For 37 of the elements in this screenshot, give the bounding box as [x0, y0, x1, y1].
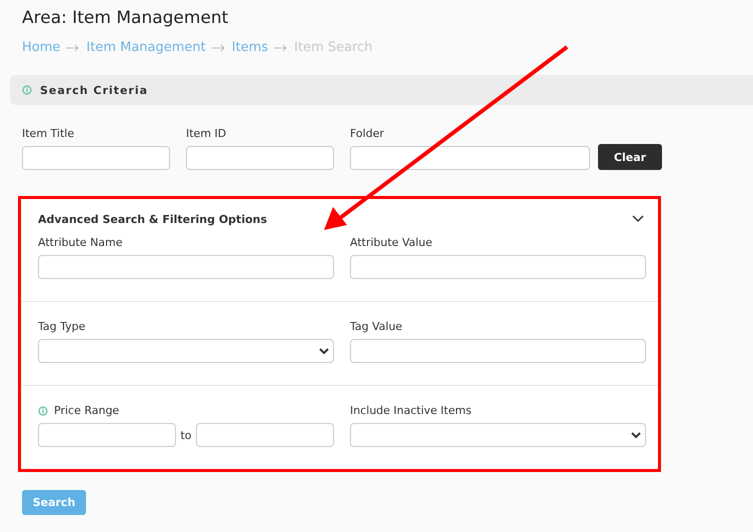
- text-input[interactable]: [350, 146, 590, 170]
- text-input[interactable]: [38, 255, 334, 279]
- text-input[interactable]: [22, 146, 170, 170]
- caret-icon: [631, 432, 641, 438]
- arrow-icon: [274, 44, 288, 52]
- field-label: Price Range: [38, 404, 334, 417]
- breadcrumb-link[interactable]: Item Management: [86, 40, 206, 55]
- max-price-input[interactable]: [196, 423, 334, 447]
- min-price-input[interactable]: [38, 423, 176, 447]
- text-input[interactable]: [350, 255, 646, 279]
- clear-button[interactable]: Clear: [598, 144, 662, 170]
- field-label: Item ID: [186, 127, 228, 140]
- field-label: Include Inactive Items: [350, 404, 472, 417]
- text-input[interactable]: [350, 339, 646, 363]
- breadcrumb-link[interactable]: Items: [232, 40, 268, 55]
- field-label: Tag Value: [350, 320, 404, 333]
- accordion-header[interactable]: Advanced Search & Filtering Options: [21, 199, 658, 230]
- field-label: Attribute Value: [350, 236, 434, 249]
- range-separator: to: [180, 428, 192, 442]
- dropdown[interactable]: [350, 423, 646, 447]
- chevron-icon: [632, 215, 644, 223]
- info-icon: [22, 85, 32, 95]
- page-title: Area: Item Management: [22, 8, 230, 30]
- breadcrumb-link[interactable]: Home: [22, 40, 60, 55]
- dropdown[interactable]: [38, 339, 334, 363]
- arrow-icon: [212, 44, 226, 52]
- field-label: Folder: [350, 127, 385, 140]
- panel-title: Advanced Search & Filtering Options: [38, 212, 268, 226]
- field-label: Attribute Name: [38, 236, 124, 249]
- text-input[interactable]: [186, 146, 334, 170]
- section-title: Search Criteria: [40, 84, 148, 96]
- field-label: Item Title: [22, 127, 76, 140]
- search-button[interactable]: Search: [22, 490, 86, 515]
- info-icon: [38, 406, 48, 416]
- arrow-icon: [66, 44, 80, 52]
- field-label: Tag Type: [38, 320, 86, 333]
- caret-icon: [319, 348, 329, 354]
